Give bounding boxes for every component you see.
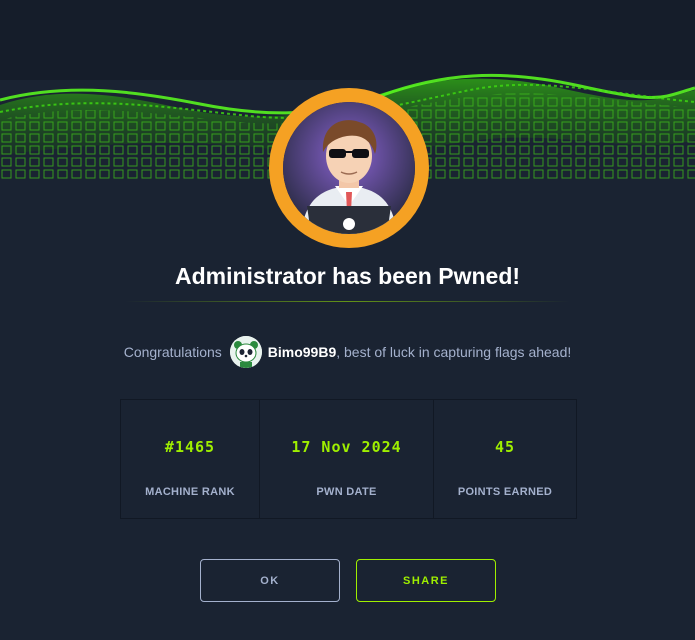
ok-button[interactable]: OK (200, 559, 340, 602)
page-title: Administrator has been Pwned! (174, 263, 521, 289)
stat-value: 45 (494, 438, 516, 456)
stats-panel: #1465 MACHINE RANK 17 Nov 2024 PWN DATE … (120, 399, 577, 519)
stat-points-earned: 45 POINTS EARNED (434, 400, 576, 518)
stat-value: 17 Nov 2024 (291, 438, 402, 456)
panda-avatar-icon[interactable] (229, 336, 262, 368)
stat-label: POINTS EARNED (457, 486, 553, 498)
pwned-modal: Administrator has been Pwned! Congratula… (0, 0, 695, 640)
congrats-prefix: Congratulations (123, 344, 222, 360)
share-button[interactable]: SHARE (356, 559, 496, 602)
congrats-message: Congratulations Bimo99B9 , best of luck … (0, 334, 695, 370)
stat-pwn-date: 17 Nov 2024 PWN DATE (260, 400, 434, 518)
machine-badge (269, 88, 429, 248)
stat-label: MACHINE RANK (145, 486, 235, 498)
title-divider (125, 301, 570, 302)
congrats-suffix: , best of luck in capturing flags ahead! (336, 344, 572, 360)
stat-value: #1465 (164, 438, 216, 456)
stat-machine-rank: #1465 MACHINE RANK (121, 400, 260, 518)
username-link[interactable]: Bimo99B9 (268, 344, 336, 360)
administrator-avatar-icon (283, 102, 415, 234)
stat-label: PWN DATE (316, 486, 377, 498)
